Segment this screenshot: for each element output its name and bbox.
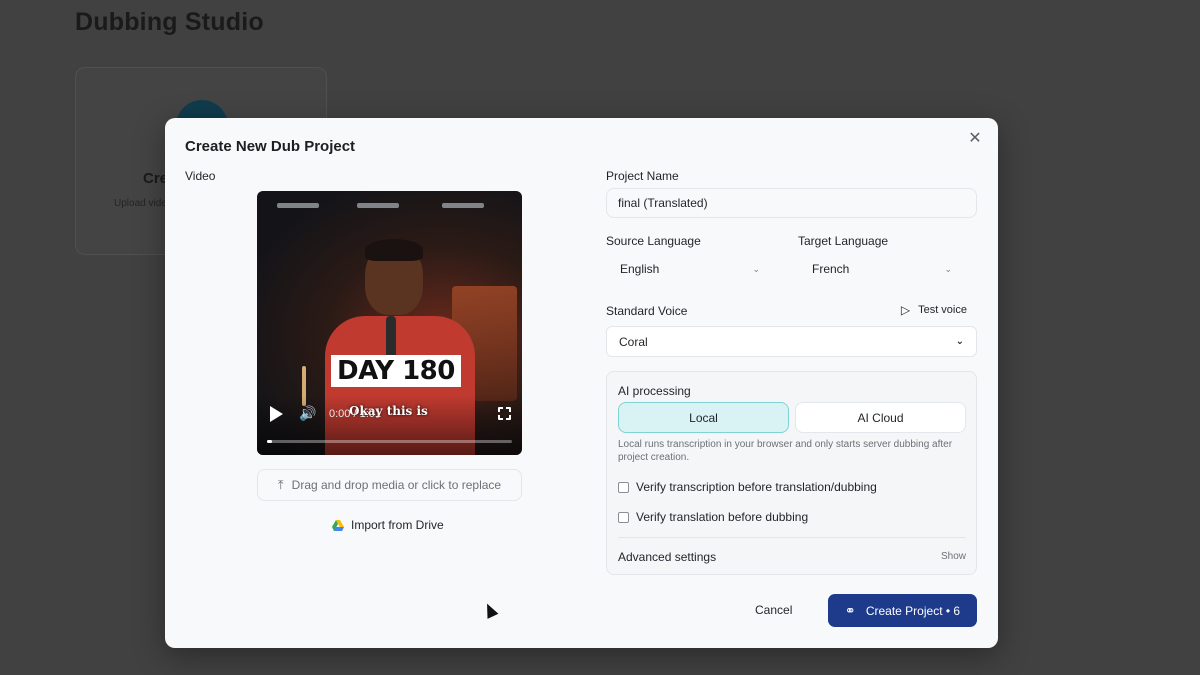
ai-processing-title: AI processing <box>618 384 691 398</box>
ai-option-local[interactable]: Local <box>618 402 789 433</box>
ai-processing-description: Local runs transcription in your browser… <box>618 439 953 463</box>
play-outline-icon: ▷ <box>900 303 911 317</box>
video-label: Video <box>185 169 216 183</box>
play-icon[interactable] <box>270 406 283 422</box>
voice-select[interactable]: Coral ⌄ <box>606 326 977 357</box>
advanced-settings-toggle[interactable]: Show <box>941 551 966 562</box>
create-project-label: Create Project • 6 <box>865 603 961 618</box>
target-language-value: French <box>812 262 850 276</box>
google-drive-icon <box>332 519 344 531</box>
verify-transcription-label: Verify transcription before translation/… <box>636 480 877 494</box>
divider <box>618 537 966 538</box>
advanced-settings-label: Advanced settings <box>618 550 717 564</box>
translate-icon: ⚭ <box>844 602 856 618</box>
test-voice-button[interactable]: ▷ Test voice <box>901 303 967 317</box>
chevron-down-icon: ⌄ <box>944 263 952 274</box>
verify-translation-checkbox[interactable]: Verify translation before dubbing <box>618 510 808 524</box>
chevron-down-icon: ⌄ <box>752 263 760 274</box>
target-language-label: Target Language <box>798 234 889 248</box>
import-drive-label: Import from Drive <box>351 518 444 532</box>
ai-option-cloud[interactable]: AI Cloud <box>795 402 966 433</box>
video-progress-fill <box>267 440 272 443</box>
create-dub-project-modal: Create New Dub Project ✕ Video DAY 180 O… <box>165 118 998 648</box>
video-person-hair <box>365 239 423 261</box>
verify-translation-label: Verify translation before dubbing <box>636 510 809 524</box>
card-subtitle: Upload vide <box>114 198 167 209</box>
close-icon[interactable]: ✕ <box>966 130 984 148</box>
test-voice-label: Test voice <box>918 304 967 316</box>
target-language-select[interactable]: French ⌄ <box>798 258 966 280</box>
video-player[interactable]: DAY 180 Okay this is 🔊 0:00 / 1:01 <box>257 191 522 455</box>
source-language-select[interactable]: English ⌄ <box>606 258 774 280</box>
cancel-button[interactable]: Cancel <box>755 603 792 617</box>
standard-voice-label: Standard Voice <box>606 304 688 318</box>
upload-icon: ⤒ <box>277 477 284 492</box>
voice-value: Coral <box>619 334 648 349</box>
page-title: Dubbing Studio <box>75 8 264 36</box>
media-dropzone[interactable]: ⤒ Drag and drop media or click to replac… <box>257 469 522 501</box>
video-time: 0:00 / 1:01 <box>329 408 381 420</box>
video-progress-bar[interactable] <box>267 440 512 443</box>
ai-processing-panel: AI processing Local AI Cloud Local runs … <box>606 371 977 575</box>
source-language-value: English <box>620 262 660 276</box>
verify-transcription-checkbox[interactable]: Verify transcription before translation/… <box>618 480 877 494</box>
ceiling-light <box>357 203 399 208</box>
create-project-button[interactable]: ⚭ Create Project • 6 <box>828 594 977 627</box>
fullscreen-icon[interactable] <box>497 406 512 421</box>
checkbox[interactable] <box>618 481 629 493</box>
ceiling-light <box>442 203 484 208</box>
import-from-drive-button[interactable]: Import from Drive <box>332 518 444 532</box>
checkbox[interactable] <box>618 511 629 523</box>
source-language-label: Source Language <box>606 234 701 248</box>
modal-title: Create New Dub Project <box>185 138 356 155</box>
dropzone-text: Drag and drop media or click to replace <box>291 478 502 492</box>
video-overlay-text: DAY 180 <box>331 355 461 387</box>
project-name-input[interactable]: final (Translated) <box>606 188 977 218</box>
volume-icon[interactable]: 🔊 <box>299 405 316 422</box>
chevron-down-icon: ⌄ <box>955 336 964 347</box>
project-name-label: Project Name <box>606 169 679 183</box>
ceiling-light <box>277 203 319 208</box>
